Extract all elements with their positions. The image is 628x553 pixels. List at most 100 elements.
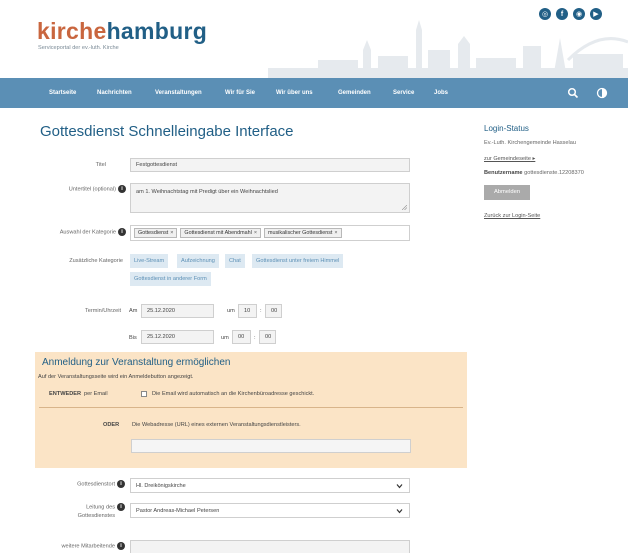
podcast-icon[interactable]: ◉	[573, 8, 585, 20]
url-input[interactable]	[131, 439, 411, 453]
search-icon[interactable]	[567, 87, 579, 99]
logo-part-2: hamburg	[106, 18, 208, 44]
titel-label: Titel	[95, 162, 106, 168]
bis-date-value: 25.12.2020	[147, 334, 175, 340]
hamburg-skyline-illustration	[268, 20, 628, 78]
nav-item-veranstaltungen[interactable]: Veranstaltungen	[155, 78, 202, 108]
time-separator: :	[260, 308, 262, 314]
youtube-icon[interactable]: ▶	[590, 8, 602, 20]
untertitel-label: Untertitel (optional) i	[69, 185, 126, 193]
am-minute-input[interactable]: 00	[265, 304, 282, 318]
kategorie-label: Auswahl der Kategorie i	[60, 228, 126, 236]
untertitel-textarea[interactable]: am 1. Weihnachtstag mit Predigt über ein…	[130, 183, 410, 213]
leitung-label: Leitung des i Gottesdienstes	[78, 503, 125, 521]
main-navigation: Startseite Nachrichten Veranstaltungen W…	[0, 78, 628, 108]
benutzername-row: Benutzername gottesdienste.12208370	[484, 170, 584, 176]
nav-item-jobs[interactable]: Jobs	[434, 78, 448, 108]
page-title: Gottesdienst Schnelleingabe Interface	[40, 123, 294, 140]
ort-label-text: Gottesdienstort	[77, 481, 115, 488]
kategorie-label-text: Auswahl der Kategorie	[59, 229, 116, 236]
nav-item-wir-ueber-uns[interactable]: Wir über uns	[276, 78, 313, 108]
zusatz-option[interactable]: Live-Stream	[130, 254, 169, 268]
zusatz-option[interactable]: Chat	[225, 254, 245, 268]
contrast-icon[interactable]	[596, 87, 608, 99]
benutzername-label: Benutzername	[484, 170, 523, 176]
nav-item-service[interactable]: Service	[393, 78, 414, 108]
logo-part-1: kirche	[37, 18, 107, 44]
weitere-input[interactable]	[130, 540, 410, 553]
time-separator: :	[254, 335, 256, 341]
logout-button[interactable]: Abmelden	[484, 185, 530, 200]
bis-minute-input[interactable]: 00	[259, 330, 276, 344]
login-org: Ev.-Luth. Kirchengemeinde Hasselau	[484, 140, 576, 146]
ort-value: Hl. Dreikönigskirche	[136, 482, 186, 489]
untertitel-value: am 1. Weihnachtstag mit Predigt über ein…	[136, 189, 278, 195]
gemeindeseite-link-label: zur Gemeindeseite	[484, 156, 531, 162]
titel-input[interactable]: Festgottesdienst	[130, 158, 410, 172]
info-icon[interactable]: i	[117, 503, 125, 511]
per-email-label: per Email	[84, 391, 108, 397]
oder-label: ODER	[103, 422, 120, 428]
nav-item-wir-fuer-sie[interactable]: Wir für Sie	[225, 78, 255, 108]
kategorie-tag-label: Gottesdienst mit Abendmahl	[184, 230, 252, 236]
anmeldung-title: Anmeldung zur Veranstaltung ermöglichen	[42, 357, 231, 368]
site-header: kirchehamburg Serviceportal der ev.-luth…	[0, 0, 628, 78]
am-date-input[interactable]: 25.12.2020	[141, 304, 214, 318]
bis-label: Bis	[129, 335, 137, 341]
resize-handle-icon[interactable]	[402, 205, 407, 210]
site-tagline: Serviceportal der ev.-luth. Kirche	[38, 45, 119, 51]
anmeldung-section: Anmeldung zur Veranstaltung ermöglichen …	[35, 352, 467, 468]
bis-date-input[interactable]: 25.12.2020	[141, 330, 214, 344]
zusatz-label: Zusätzliche Kategorie	[69, 258, 123, 264]
url-description: Die Webadresse (URL) eines externen Vera…	[132, 422, 301, 428]
um-label: um	[227, 308, 235, 314]
gemeindeseite-link[interactable]: zur Gemeindeseite ▸	[484, 156, 535, 162]
weitere-label-text: weitere Mitarbeitende	[61, 543, 115, 550]
am-date-value: 25.12.2020	[147, 308, 175, 314]
remove-tag-icon[interactable]: ×	[254, 230, 257, 236]
untertitel-label-text: Untertitel (optional)	[68, 186, 116, 193]
chevron-down-icon	[396, 508, 403, 513]
am-hour-input[interactable]: 10	[238, 304, 257, 318]
email-checkbox[interactable]	[141, 391, 147, 397]
zusatz-option[interactable]: Aufzeichnung	[177, 254, 219, 268]
site-logo[interactable]: kirchehamburg	[37, 20, 207, 43]
bis-minute-value: 00	[265, 334, 272, 340]
remove-tag-icon[interactable]: ×	[334, 230, 337, 236]
ort-select[interactable]: Hl. Dreikönigskirche	[130, 478, 410, 493]
login-status-title: Login-Status	[484, 124, 529, 133]
benutzername-value: gottesdienste.12208370	[524, 170, 584, 176]
back-to-login-link[interactable]: Zurück zur Login-Seite	[484, 213, 540, 219]
entweder-label: ENTWEDER	[49, 391, 82, 397]
kategorie-tag-label: musikalischer Gottesdienst	[268, 230, 333, 236]
remove-tag-icon[interactable]: ×	[170, 230, 173, 236]
facebook-icon[interactable]: f	[556, 8, 568, 20]
instagram-icon[interactable]: ◎	[539, 8, 551, 20]
am-hour-value: 10	[244, 308, 251, 314]
email-description: Die Email wird automatisch an die Kirche…	[152, 391, 315, 397]
leitung-label-line1: Leitung des	[86, 504, 115, 511]
info-icon[interactable]: i	[118, 228, 126, 236]
kategorie-multiselect[interactable]: Gottesdienst × Gottesdienst mit Abendmahl…	[130, 225, 410, 241]
anmeldung-description: Auf der Veranstaltungsseite wird ein Anm…	[38, 374, 194, 380]
bis-hour-value: 00	[238, 334, 245, 340]
arrow-right-icon: ▸	[530, 156, 536, 162]
info-icon[interactable]: i	[117, 542, 125, 550]
um-label: um	[221, 335, 229, 341]
chevron-down-icon	[396, 483, 403, 488]
leitung-label-line2: Gottesdienstes	[77, 513, 115, 520]
zusatz-option[interactable]: Gottesdienst in anderer Form	[130, 272, 211, 286]
section-divider	[39, 407, 463, 408]
leitung-select[interactable]: Pastor Andreas-Michael Petersen	[130, 503, 410, 518]
nav-item-nachrichten[interactable]: Nachrichten	[97, 78, 132, 108]
info-icon[interactable]: i	[118, 185, 126, 193]
nav-item-startseite[interactable]: Startseite	[49, 78, 76, 108]
nav-item-gemeinden[interactable]: Gemeinden	[338, 78, 371, 108]
leitung-value: Pastor Andreas-Michael Petersen	[136, 507, 220, 514]
bis-hour-input[interactable]: 00	[232, 330, 251, 344]
kategorie-tag[interactable]: musikalischer Gottesdienst ×	[264, 228, 342, 238]
info-icon[interactable]: i	[117, 480, 125, 488]
kategorie-tag[interactable]: Gottesdienst mit Abendmahl ×	[180, 228, 261, 238]
kategorie-tag[interactable]: Gottesdienst ×	[134, 228, 178, 238]
zusatz-option[interactable]: Gottesdienst unter freiem Himmel	[252, 254, 344, 268]
